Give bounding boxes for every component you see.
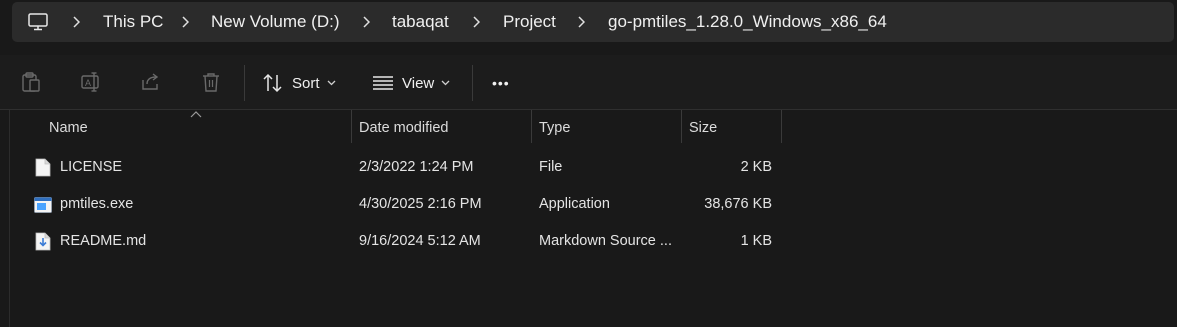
sort-button[interactable]: Sort	[262, 67, 336, 99]
column-header-type[interactable]: Type	[539, 110, 570, 146]
file-type: Markdown Source ...	[539, 233, 672, 249]
breadcrumb-chevron-icon[interactable]	[69, 2, 83, 42]
sort-icon	[263, 73, 282, 93]
file-date: 4/30/2025 2:16 PM	[359, 196, 482, 212]
column-divider[interactable]	[681, 110, 682, 143]
delete-icon[interactable]	[199, 70, 223, 94]
rename-icon[interactable]: A	[79, 70, 103, 94]
file-explorer-window: This PC New Volume (D:) tabaqat Project …	[0, 0, 1177, 327]
file-type: File	[539, 159, 563, 175]
file-size: 1 KB	[740, 233, 772, 249]
breadcrumb-chevron-icon[interactable]	[574, 2, 588, 42]
view-button[interactable]: View	[372, 67, 450, 99]
svg-text:A: A	[85, 78, 91, 88]
chevron-down-icon	[441, 80, 450, 86]
view-list-icon	[373, 76, 393, 90]
breadcrumb-chevron-icon[interactable]	[359, 2, 373, 42]
file-date: 2/3/2022 1:24 PM	[359, 159, 474, 175]
column-divider[interactable]	[531, 110, 532, 143]
file-name[interactable]: README.md	[60, 223, 146, 260]
file-row[interactable]: pmtiles.exe 4/30/2025 2:16 PM Applicatio…	[0, 186, 800, 223]
more-options-icon: •••	[492, 75, 510, 91]
file-type: Application	[539, 196, 610, 212]
address-bar[interactable]: This PC New Volume (D:) tabaqat Project …	[12, 2, 1174, 42]
more-options-button[interactable]: •••	[492, 67, 510, 99]
document-icon	[35, 158, 51, 177]
column-divider[interactable]	[781, 110, 782, 143]
computer-icon[interactable]	[28, 13, 48, 31]
breadcrumb-new-volume[interactable]: New Volume (D:)	[211, 2, 339, 42]
markdown-file-icon	[35, 232, 51, 251]
file-list: Name Date modified Type Size LICENSE 2/3…	[0, 110, 1177, 327]
file-date: 9/16/2024 5:12 AM	[359, 233, 481, 249]
share-icon[interactable]	[139, 70, 163, 94]
breadcrumb-project[interactable]: Project	[503, 2, 556, 42]
file-row[interactable]: README.md 9/16/2024 5:12 AM Markdown Sou…	[0, 223, 800, 260]
column-header-size[interactable]: Size	[689, 110, 717, 146]
file-row[interactable]: LICENSE 2/3/2022 1:24 PM File 2 KB	[0, 149, 800, 186]
breadcrumb-tabaqat[interactable]: tabaqat	[392, 2, 449, 42]
sort-label: Sort	[292, 74, 320, 92]
file-size: 38,676 KB	[704, 196, 772, 212]
toolbar-divider	[472, 65, 473, 101]
file-name[interactable]: pmtiles.exe	[60, 186, 133, 223]
toolbar-divider	[244, 65, 245, 101]
chevron-down-icon	[327, 80, 335, 86]
breadcrumb-current-folder[interactable]: go-pmtiles_1.28.0_Windows_x86_64	[608, 2, 887, 42]
column-header-date-modified[interactable]: Date modified	[359, 110, 448, 146]
breadcrumb-chevron-icon[interactable]	[469, 2, 483, 42]
file-name[interactable]: LICENSE	[60, 149, 122, 186]
paste-icon[interactable]	[19, 70, 43, 94]
breadcrumb-chevron-icon[interactable]	[178, 2, 192, 42]
application-icon	[34, 197, 52, 213]
breadcrumb-this-pc[interactable]: This PC	[103, 2, 163, 42]
column-header-name[interactable]: Name	[49, 110, 88, 146]
column-divider[interactable]	[351, 110, 352, 143]
command-bar: A Sort View •••	[0, 55, 1177, 110]
sort-ascending-icon	[190, 111, 202, 118]
view-label: View	[402, 74, 435, 92]
file-size: 2 KB	[740, 159, 772, 175]
